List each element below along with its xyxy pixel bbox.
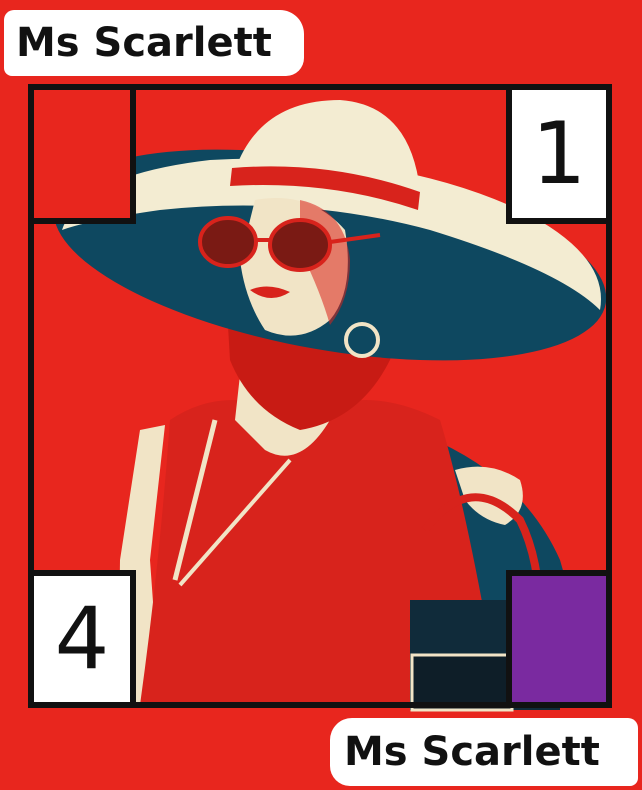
color-swatch-top-left — [28, 84, 136, 224]
number-box-bottom-left: 4 — [28, 570, 136, 708]
character-name-bottom: Ms Scarlett — [330, 718, 638, 786]
game-card: 1 4 Ms Scarlett Ms Scarlett — [0, 0, 642, 790]
card-number-top: 1 — [531, 104, 587, 204]
number-box-top-right: 1 — [506, 84, 612, 224]
color-swatch-bottom-right — [506, 570, 612, 708]
character-name-top: Ms Scarlett — [4, 10, 304, 76]
card-number-bottom: 4 — [54, 589, 110, 689]
